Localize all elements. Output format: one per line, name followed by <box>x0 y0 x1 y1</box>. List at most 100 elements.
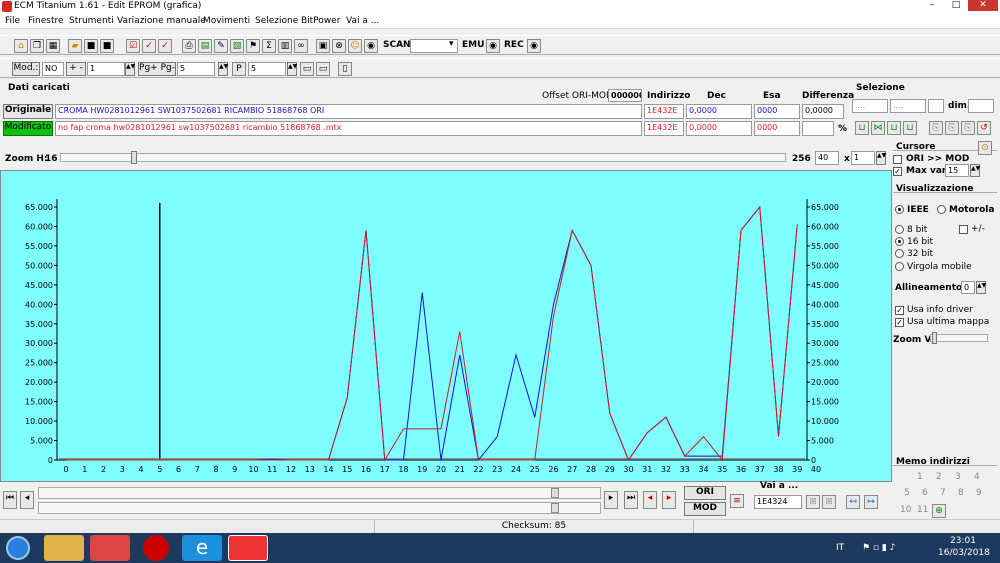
menu-strumenti[interactable]: Strumenti <box>69 16 114 26</box>
8bit-radio[interactable] <box>895 225 904 234</box>
ie-icon[interactable]: e <box>182 535 222 561</box>
zoom-h-slider[interactable] <box>60 151 786 164</box>
checksum-icon[interactable]: ✓ <box>142 39 156 53</box>
edit-icon[interactable]: ✎ <box>214 39 228 53</box>
memo-slot[interactable]: 5 <box>904 488 910 498</box>
sel-copy-icon[interactable]: ⎘ <box>929 121 943 135</box>
16bit-radio[interactable] <box>895 237 904 246</box>
prev-icon[interactable]: ◂ <box>20 491 34 509</box>
ori-button[interactable]: ORI <box>684 486 726 500</box>
32bit-radio[interactable] <box>895 249 904 258</box>
menu-variazione-manuale[interactable]: Variazione manuale <box>117 16 206 26</box>
memo-slot[interactable]: 4 <box>974 472 980 482</box>
menu-file[interactable]: File <box>5 16 20 26</box>
start-button[interactable] <box>6 536 30 560</box>
floating-point-radio[interactable] <box>895 262 904 271</box>
chevron-down-icon[interactable]: ▾ <box>449 39 454 49</box>
menu-finestre[interactable]: Finestre <box>28 16 64 26</box>
step-spinner[interactable]: ▲▼ <box>125 62 135 76</box>
sel-mid-icon[interactable]: ⋈ <box>871 121 885 135</box>
sel-end-icon[interactable]: ⊔ <box>887 121 901 135</box>
goto-icon[interactable]: ⊞ <box>806 495 820 509</box>
ecu-icon[interactable]: ▤ <box>198 39 212 53</box>
person-icon[interactable]: ☺ <box>348 39 362 53</box>
ultima-mappa-checkbox[interactable]: ✓ <box>895 318 904 327</box>
open-folder-icon[interactable]: ▰ <box>68 39 82 53</box>
media-player-icon[interactable] <box>90 535 130 561</box>
allineamento-field[interactable]: 0 <box>961 281 975 294</box>
arrow-left-icon[interactable]: ↤ <box>846 495 860 509</box>
dim-field[interactable] <box>968 99 994 113</box>
arrow-right-icon[interactable]: ↦ <box>864 495 878 509</box>
max-var-checkbox[interactable]: ✓ <box>893 167 902 176</box>
sel-start-icon[interactable]: ⊔ <box>855 121 869 135</box>
print-icon[interactable]: ⎙ <box>182 39 196 53</box>
memo-slot[interactable]: 6 <box>922 488 928 498</box>
sel-all-icon[interactable]: ⊔ <box>903 121 917 135</box>
binoculars-icon[interactable]: ∞ <box>294 39 308 53</box>
undo-icon[interactable]: ↺ <box>977 121 991 135</box>
chart-svg[interactable]: 0 0 5.000 5.000 10.000 10.000 15.000 15.000 20.0… <box>1 171 891 481</box>
tray-icons[interactable]: ⚑ ▫ ▮ ♪ <box>862 543 895 553</box>
step-field[interactable]: 1 <box>87 62 125 76</box>
zoom-v-slider[interactable] <box>930 332 988 344</box>
cursor-lock-icon[interactable]: ⊙ <box>978 141 992 155</box>
minimize-button[interactable]: – <box>920 0 944 11</box>
compare-icon[interactable]: ≡ <box>730 494 744 508</box>
zoom-factor-field[interactable]: 40 <box>815 151 839 165</box>
ori-mod-checkbox[interactable] <box>893 155 902 164</box>
signed-checkbox[interactable] <box>959 225 968 234</box>
selection-start-field[interactable]: .... <box>852 99 888 113</box>
copy-icon[interactable]: ❐ <box>30 39 44 53</box>
info-driver-checkbox[interactable]: ✓ <box>895 306 904 315</box>
p-icon[interactable]: P <box>232 62 246 76</box>
p-spinner[interactable]: ▲▼ <box>287 62 297 76</box>
ieee-radio[interactable] <box>895 205 904 214</box>
sum-icon[interactable]: Σ <box>262 39 276 53</box>
memo-slot[interactable]: 2 <box>936 472 942 482</box>
sel-paste-icon[interactable]: ⎘ <box>945 121 959 135</box>
menu-selezione[interactable]: Selezione <box>255 16 298 26</box>
modified-file-field[interactable]: no fap croma hw0281012961 sw1037502681 r… <box>55 121 642 136</box>
allineamento-spinner[interactable]: ▲▼ <box>976 281 986 294</box>
opera-icon[interactable] <box>143 535 169 561</box>
first-page-icon[interactable]: ⏮ <box>3 491 17 509</box>
max-var-field[interactable]: 15 <box>945 164 969 177</box>
hex-icon[interactable]: ▧ <box>230 39 244 53</box>
sel-apply-icon[interactable]: ⎘ <box>961 121 975 135</box>
memo-slot[interactable]: 1 <box>917 472 923 482</box>
memo-slot[interactable]: 8 <box>958 488 964 498</box>
prev-diff-icon[interactable]: ◂ <box>643 491 657 509</box>
maximize-button[interactable]: □ <box>944 0 968 11</box>
menu-movimenti[interactable]: Movimenti <box>203 16 250 26</box>
save-icon[interactable]: ■ <box>84 39 98 53</box>
emu-record-icon[interactable]: ◉ <box>486 39 500 53</box>
mod-button[interactable]: MOD <box>684 502 726 516</box>
zoom-h-thumb[interactable] <box>131 151 137 164</box>
grid-icon[interactable]: ▦ <box>46 39 60 53</box>
scroll-thumb-ori[interactable] <box>551 488 559 498</box>
memo-save-icon[interactable]: ⊕ <box>932 504 946 518</box>
monitor-icon[interactable]: ▣ <box>316 39 330 53</box>
memo-slot[interactable]: 7 <box>940 488 946 498</box>
original-file-field[interactable]: CROMA HW0281012961 SW1037502681 RICAMBIO… <box>55 104 642 119</box>
table-icon[interactable]: ▥ <box>278 39 292 53</box>
last-page-icon[interactable]: ⏭ <box>624 491 638 509</box>
next-diff-icon[interactable]: ▸ <box>662 491 676 509</box>
language-indicator[interactable]: IT <box>836 543 844 553</box>
goto-two-icon[interactable]: ⊞ <box>822 495 836 509</box>
map-two-icon[interactable]: ▭ <box>316 62 330 76</box>
scroll-thumb-mod[interactable] <box>551 503 559 513</box>
memo-slot[interactable]: 11 <box>917 505 928 515</box>
rec-record-icon[interactable]: ◉ <box>527 39 541 53</box>
next-icon[interactable]: ▸ <box>604 491 618 509</box>
record-icon[interactable]: ◉ <box>364 39 378 53</box>
horizontal-scrollbar-ori[interactable] <box>38 487 601 499</box>
selection-extra-field[interactable] <box>928 99 944 113</box>
zoom-mult-field[interactable]: 1 <box>851 151 875 165</box>
memo-slot[interactable]: 10 <box>900 505 911 515</box>
menu-bitpower[interactable]: BitPower <box>301 16 340 26</box>
home-icon[interactable]: ⌂ <box>14 39 28 53</box>
goto-address-field[interactable]: 1E4324 <box>754 495 802 509</box>
menu-vai-a[interactable]: Vai a ... <box>346 16 379 26</box>
